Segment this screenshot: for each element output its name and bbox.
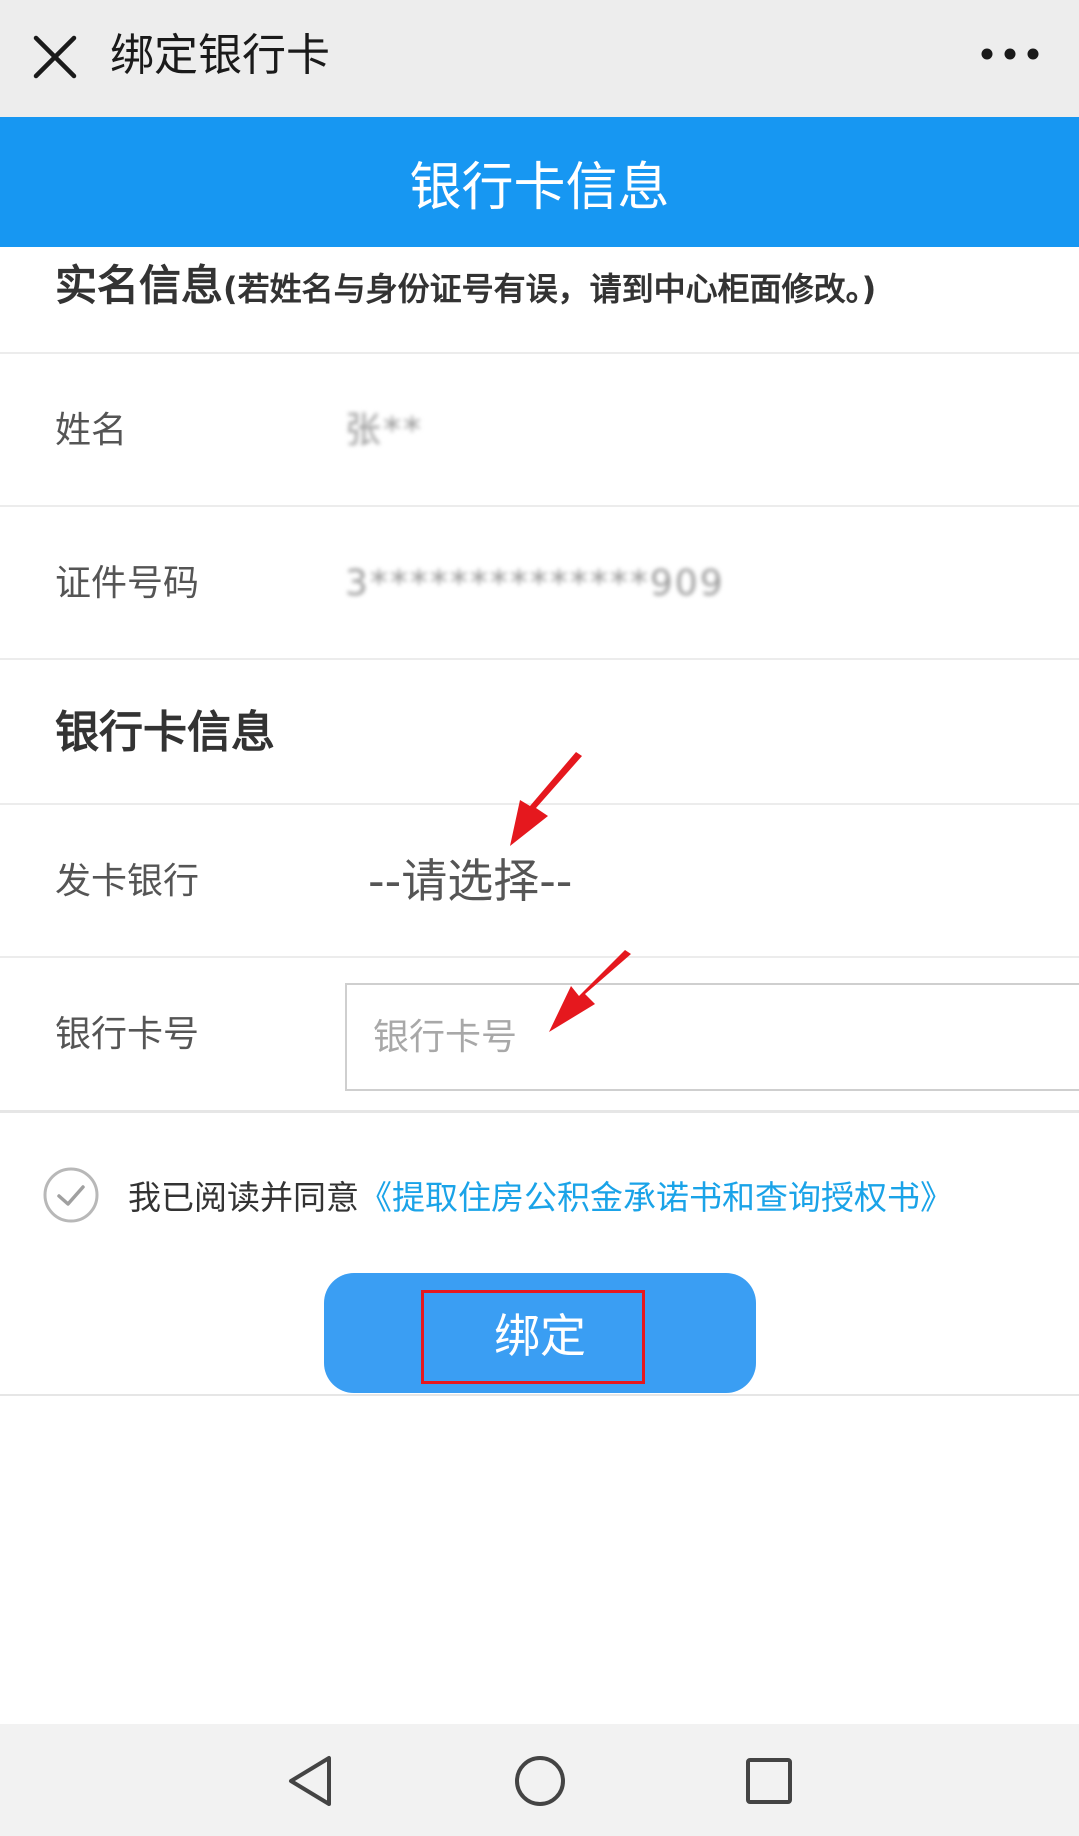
card-number-row: 银行卡号	[0, 956, 1079, 1109]
close-icon[interactable]	[30, 32, 80, 82]
bind-button[interactable]: 绑定	[324, 1273, 756, 1393]
name-value: 张**	[345, 410, 424, 451]
id-number-label: 证件号码	[55, 563, 200, 604]
check-circle-icon[interactable]	[42, 1166, 100, 1224]
window-title: 绑定银行卡	[110, 30, 330, 81]
notice-title: 实名信息	[55, 261, 224, 310]
bind-button-label: 绑定	[494, 1310, 586, 1362]
system-nav-bar	[0, 1724, 1079, 1836]
id-number-value: 3**************909	[345, 563, 725, 604]
id-number-row: 证件号码 3**************909	[0, 505, 1079, 658]
home-circle-icon[interactable]	[513, 1754, 567, 1808]
card-number-label: 银行卡号	[55, 1014, 200, 1055]
bank-label: 发卡银行	[55, 861, 200, 902]
back-triangle-icon[interactable]	[285, 1754, 335, 1808]
page-title: 银行卡信息	[409, 157, 670, 218]
more-dots-icon[interactable]	[975, 34, 1045, 74]
card-number-input[interactable]	[345, 983, 1079, 1091]
annotation-arrow-icon	[510, 752, 582, 846]
agreement-link[interactable]: 《提取住房公积金承诺书和查询授权书》	[359, 1171, 953, 1219]
identity-notice: 实名信息(若姓名与身份证号有误，请到中心柜面修改。)	[55, 252, 876, 320]
agreement-row: 我已阅读并同意 《提取住房公积金承诺书和查询授权书》	[42, 1165, 953, 1225]
button-divider	[0, 1394, 1079, 1396]
name-row: 姓名 张**	[0, 352, 1079, 505]
agreement-text: 我已阅读并同意	[128, 1178, 359, 1217]
title-bar: 绑定银行卡	[0, 0, 1079, 117]
annotation-arrow-icon	[549, 950, 631, 1032]
recents-square-icon[interactable]	[744, 1756, 794, 1806]
notice-detail: (若姓名与身份证号有误，请到中心柜面修改。)	[223, 270, 877, 308]
bank-section-title: 银行卡信息	[55, 707, 275, 758]
form-divider	[0, 1110, 1079, 1113]
page-header: 银行卡信息	[0, 117, 1079, 247]
name-label: 姓名	[55, 410, 128, 451]
